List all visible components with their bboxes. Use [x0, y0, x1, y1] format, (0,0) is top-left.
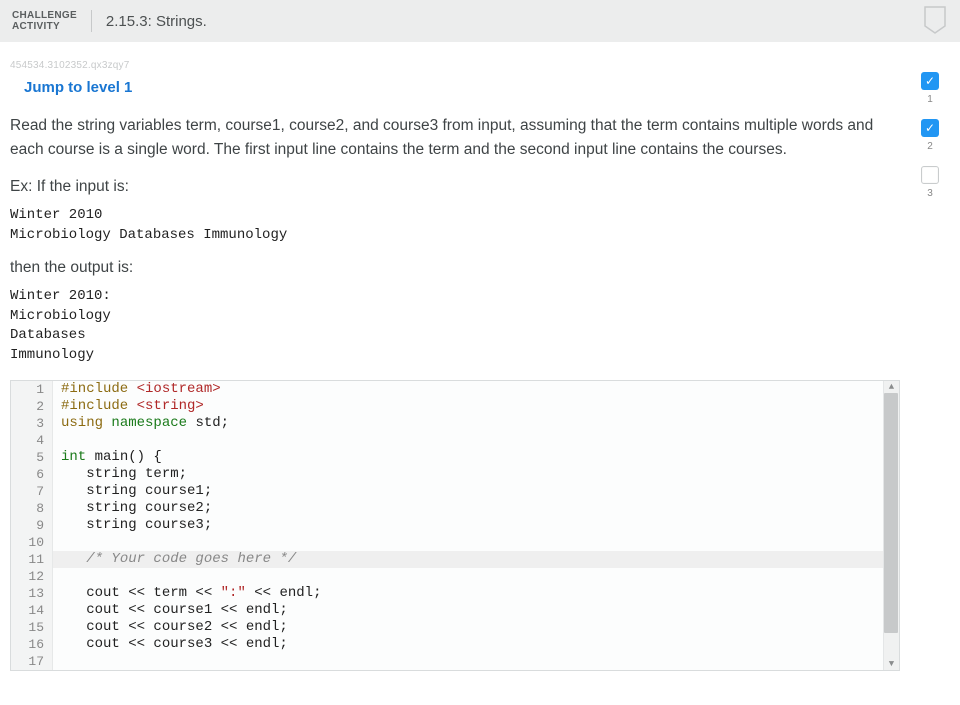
line-number: 5: [11, 449, 53, 466]
scroll-thumb[interactable]: [884, 393, 898, 633]
code-content[interactable]: [53, 534, 69, 551]
check-icon: ✓: [921, 72, 939, 90]
line-number: 6: [11, 466, 53, 483]
progress-column: ✓1✓23: [910, 42, 950, 199]
activity-title: 2.15.3: Strings.: [92, 13, 207, 30]
progress-step-number: 1: [927, 94, 933, 105]
code-content[interactable]: string course2;: [53, 500, 212, 517]
code-content[interactable]: string course3;: [53, 517, 212, 534]
line-number: 4: [11, 432, 53, 449]
jump-to-level-link[interactable]: Jump to level 1: [24, 79, 132, 96]
code-content[interactable]: cout << course3 << endl;: [53, 636, 288, 653]
code-content[interactable]: string term;: [53, 466, 187, 483]
code-line[interactable]: 2#include <string>: [11, 398, 899, 415]
code-line[interactable]: 16 cout << course3 << endl;: [11, 636, 899, 653]
line-number: 1: [11, 381, 53, 398]
code-content[interactable]: [53, 432, 69, 449]
progress-step[interactable]: ✓1: [921, 72, 939, 105]
code-line[interactable]: 8 string course2;: [11, 500, 899, 517]
code-content[interactable]: cout << course1 << endl;: [53, 602, 288, 619]
check-icon: ✓: [921, 119, 939, 137]
code-content[interactable]: string course1;: [53, 483, 212, 500]
code-line[interactable]: 11 /* Your code goes here */: [11, 551, 899, 568]
line-number: 16: [11, 636, 53, 653]
line-number: 3: [11, 415, 53, 432]
code-line[interactable]: 6 string term;: [11, 466, 899, 483]
code-line[interactable]: 14 cout << course1 << endl;: [11, 602, 899, 619]
code-line[interactable]: 9 string course3;: [11, 517, 899, 534]
progress-step[interactable]: ✓2: [921, 119, 939, 152]
code-content[interactable]: [53, 653, 69, 670]
code-line[interactable]: 12: [11, 568, 899, 585]
bookmark-icon[interactable]: [924, 6, 946, 34]
code-content[interactable]: cout << term << ":" << endl;: [53, 585, 321, 602]
code-line[interactable]: 7 string course1;: [11, 483, 899, 500]
main-area: 454534.3102352.qx3zqy7 Jump to level 1 R…: [0, 42, 960, 671]
code-line[interactable]: 10: [11, 534, 899, 551]
code-content[interactable]: /* Your code goes here */: [53, 551, 296, 568]
code-content[interactable]: [53, 568, 69, 585]
code-line[interactable]: 4: [11, 432, 899, 449]
editor-scrollbar[interactable]: ▲ ▼: [883, 381, 899, 670]
line-number: 10: [11, 534, 53, 551]
id-code: 454534.3102352.qx3zqy7: [10, 60, 900, 71]
example-output-block: Winter 2010: Microbiology Databases Immu…: [10, 287, 900, 365]
example-output-label: then the output is:: [10, 259, 900, 277]
code-content[interactable]: #include <string>: [53, 398, 204, 415]
line-number: 8: [11, 500, 53, 517]
progress-step[interactable]: 3: [921, 166, 939, 199]
code-content[interactable]: int main() {: [53, 449, 162, 466]
code-line[interactable]: 3using namespace std;: [11, 415, 899, 432]
line-number: 13: [11, 585, 53, 602]
code-editor[interactable]: 1#include <iostream>2#include <string>3u…: [10, 380, 900, 671]
line-number: 7: [11, 483, 53, 500]
code-line[interactable]: 17: [11, 653, 899, 670]
line-number: 9: [11, 517, 53, 534]
progress-step-number: 3: [927, 188, 933, 199]
example-input-label: Ex: If the input is:: [10, 178, 900, 196]
code-line[interactable]: 15 cout << course2 << endl;: [11, 619, 899, 636]
line-number: 15: [11, 619, 53, 636]
code-content[interactable]: using namespace std;: [53, 415, 229, 432]
empty-step-icon: [921, 166, 939, 184]
line-number: 17: [11, 653, 53, 670]
challenge-label-line1: CHALLENGE: [12, 10, 77, 21]
scroll-up-icon[interactable]: ▲: [884, 381, 899, 393]
challenge-label-line2: ACTIVITY: [12, 21, 77, 32]
instructions-text: Read the string variables term, course1,…: [10, 114, 900, 162]
header-bar: CHALLENGE ACTIVITY 2.15.3: Strings.: [0, 0, 960, 42]
challenge-activity-label: CHALLENGE ACTIVITY: [12, 10, 92, 32]
line-number: 11: [11, 551, 53, 568]
code-content[interactable]: cout << course2 << endl;: [53, 619, 288, 636]
code-line[interactable]: 5int main() {: [11, 449, 899, 466]
line-number: 12: [11, 568, 53, 585]
line-number: 14: [11, 602, 53, 619]
scroll-down-icon[interactable]: ▼: [884, 658, 899, 670]
content-column: 454534.3102352.qx3zqy7 Jump to level 1 R…: [0, 42, 910, 671]
code-line[interactable]: 13 cout << term << ":" << endl;: [11, 585, 899, 602]
progress-step-number: 2: [927, 141, 933, 152]
code-content[interactable]: #include <iostream>: [53, 381, 221, 398]
line-number: 2: [11, 398, 53, 415]
code-line[interactable]: 1#include <iostream>: [11, 381, 899, 398]
example-input-block: Winter 2010 Microbiology Databases Immun…: [10, 206, 900, 245]
